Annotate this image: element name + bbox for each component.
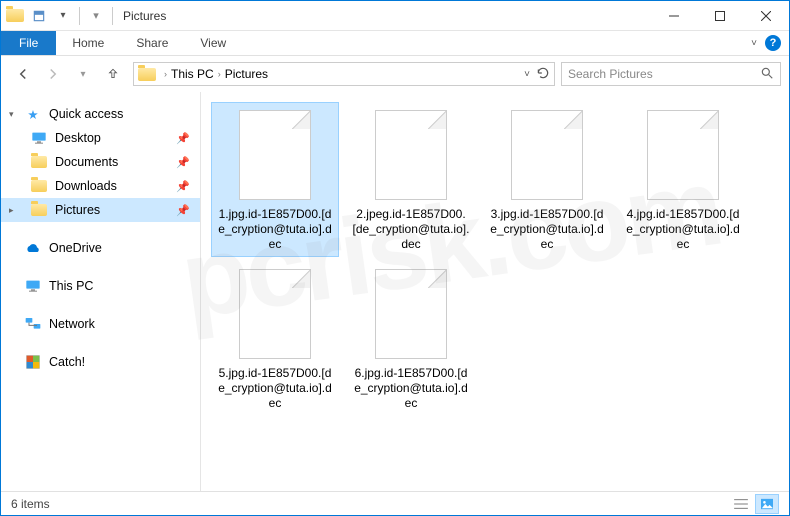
search-input[interactable]: Search Pictures bbox=[561, 62, 781, 86]
file-item[interactable]: 4.jpg.id-1E857D00.[de_cryption@tuta.io].… bbox=[619, 102, 747, 257]
qat-properties-button[interactable] bbox=[27, 4, 51, 28]
sidebar-item-onedrive[interactable]: OneDrive bbox=[1, 236, 200, 260]
file-name: 2.jpeg.id-1E857D00.[de_cryption@tuta.io]… bbox=[352, 207, 470, 252]
app-icon[interactable] bbox=[3, 4, 27, 28]
collapse-icon[interactable]: ▾ bbox=[9, 109, 14, 120]
sidebar-item-label: Catch! bbox=[49, 355, 85, 369]
file-icon bbox=[239, 269, 311, 359]
expand-icon[interactable]: ▸ bbox=[9, 205, 14, 216]
file-thumbnail bbox=[363, 107, 459, 203]
window-title: Pictures bbox=[123, 9, 166, 23]
tab-view[interactable]: View bbox=[184, 31, 242, 55]
pin-icon: 📌 bbox=[176, 204, 190, 217]
sidebar-item-label: Documents bbox=[55, 155, 118, 169]
file-thumbnail bbox=[499, 107, 595, 203]
close-button[interactable] bbox=[743, 1, 789, 31]
file-name: 1.jpg.id-1E857D00.[de_cryption@tuta.io].… bbox=[216, 207, 334, 252]
network-icon bbox=[25, 316, 41, 332]
status-bar: 6 items bbox=[1, 491, 789, 515]
sidebar-item-this-pc[interactable]: This PC bbox=[1, 274, 200, 298]
address-dropdown-button[interactable]: ˅ bbox=[524, 69, 530, 80]
sidebar-item-label: Quick access bbox=[49, 107, 123, 121]
search-icon bbox=[760, 66, 774, 83]
file-item[interactable]: 1.jpg.id-1E857D00.[de_cryption@tuta.io].… bbox=[211, 102, 339, 257]
minimize-button[interactable] bbox=[651, 1, 697, 31]
pin-icon: 📌 bbox=[176, 180, 190, 193]
file-thumbnail bbox=[227, 107, 323, 203]
title-bar: ▾ ▾ Pictures bbox=[1, 1, 789, 31]
file-name: 6.jpg.id-1E857D00.[de_cryption@tuta.io].… bbox=[352, 366, 470, 411]
desktop-icon bbox=[31, 130, 47, 146]
recent-locations-button[interactable]: ▾ bbox=[69, 60, 97, 88]
sidebar-item-label: OneDrive bbox=[49, 241, 102, 255]
breadcrumb[interactable]: Pictures bbox=[225, 67, 268, 81]
sidebar-item-quick-access[interactable]: ▾ ★ Quick access bbox=[1, 102, 200, 126]
maximize-button[interactable] bbox=[697, 1, 743, 31]
qat-overflow[interactable]: ▾ bbox=[84, 4, 108, 28]
file-thumbnail bbox=[227, 266, 323, 362]
tab-home[interactable]: Home bbox=[56, 31, 120, 55]
tab-share[interactable]: Share bbox=[120, 31, 184, 55]
file-name: 3.jpg.id-1E857D00.[de_cryption@tuta.io].… bbox=[488, 207, 606, 252]
ribbon-expand-button[interactable]: ˅ bbox=[751, 38, 757, 49]
file-thumbnail bbox=[363, 266, 459, 362]
folder-icon bbox=[138, 68, 156, 81]
file-icon bbox=[511, 110, 583, 200]
catch-icon bbox=[25, 354, 41, 370]
navigation-pane: ▾ ★ Quick access Desktop 📌 Documents 📌 D… bbox=[1, 92, 201, 491]
thumbnails-view-button[interactable] bbox=[755, 494, 779, 514]
address-bar[interactable]: › This PC › Pictures ˅ bbox=[133, 62, 555, 86]
divider bbox=[79, 7, 80, 25]
file-name: 4.jpg.id-1E857D00.[de_cryption@tuta.io].… bbox=[624, 207, 742, 252]
help-icon[interactable]: ? bbox=[765, 35, 781, 51]
up-button[interactable] bbox=[99, 60, 127, 88]
sidebar-item-catch[interactable]: Catch! bbox=[1, 350, 200, 374]
breadcrumb[interactable]: This PC bbox=[171, 67, 214, 81]
refresh-button[interactable] bbox=[536, 66, 550, 83]
qat-dropdown[interactable]: ▾ bbox=[51, 4, 75, 28]
file-item[interactable]: 3.jpg.id-1E857D00.[de_cryption@tuta.io].… bbox=[483, 102, 611, 257]
onedrive-icon bbox=[25, 240, 41, 256]
content-area: ▾ ★ Quick access Desktop 📌 Documents 📌 D… bbox=[1, 92, 789, 491]
sidebar-item-downloads[interactable]: Downloads 📌 bbox=[1, 174, 200, 198]
file-item[interactable]: 6.jpg.id-1E857D00.[de_cryption@tuta.io].… bbox=[347, 261, 475, 416]
this-pc-icon bbox=[25, 278, 41, 294]
sidebar-item-label: This PC bbox=[49, 279, 93, 293]
details-view-button[interactable] bbox=[729, 494, 753, 514]
sidebar-item-label: Pictures bbox=[55, 203, 100, 217]
item-count: 6 items bbox=[11, 497, 50, 511]
sidebar-item-label: Network bbox=[49, 317, 95, 331]
file-name: 5.jpg.id-1E857D00.[de_cryption@tuta.io].… bbox=[216, 366, 334, 411]
sidebar-item-network[interactable]: Network bbox=[1, 312, 200, 336]
file-thumbnail bbox=[635, 107, 731, 203]
navigation-bar: ▾ › This PC › Pictures ˅ Search Pictures bbox=[1, 56, 789, 92]
sidebar-item-label: Desktop bbox=[55, 131, 101, 145]
folder-icon bbox=[31, 156, 47, 168]
sidebar-item-desktop[interactable]: Desktop 📌 bbox=[1, 126, 200, 150]
sidebar-item-label: Downloads bbox=[55, 179, 117, 193]
file-item[interactable]: 5.jpg.id-1E857D00.[de_cryption@tuta.io].… bbox=[211, 261, 339, 416]
file-icon bbox=[375, 269, 447, 359]
file-icon bbox=[239, 110, 311, 200]
forward-button[interactable] bbox=[39, 60, 67, 88]
file-icon bbox=[375, 110, 447, 200]
file-tab[interactable]: File bbox=[1, 31, 56, 55]
file-icon bbox=[647, 110, 719, 200]
star-icon: ★ bbox=[25, 106, 41, 122]
back-button[interactable] bbox=[9, 60, 37, 88]
sidebar-item-pictures[interactable]: ▸ Pictures 📌 bbox=[1, 198, 200, 222]
file-grid[interactable]: 1.jpg.id-1E857D00.[de_cryption@tuta.io].… bbox=[201, 92, 789, 491]
sidebar-item-documents[interactable]: Documents 📌 bbox=[1, 150, 200, 174]
search-placeholder: Search Pictures bbox=[568, 67, 653, 81]
chevron-right-icon: › bbox=[218, 69, 221, 79]
file-item[interactable]: 2.jpeg.id-1E857D00.[de_cryption@tuta.io]… bbox=[347, 102, 475, 257]
pin-icon: 📌 bbox=[176, 156, 190, 169]
folder-icon bbox=[31, 204, 47, 216]
quick-access-toolbar: ▾ ▾ bbox=[1, 1, 108, 30]
chevron-right-icon: › bbox=[164, 69, 167, 79]
pin-icon: 📌 bbox=[176, 132, 190, 145]
divider bbox=[112, 7, 113, 25]
folder-icon bbox=[31, 180, 47, 192]
ribbon-tabs: File Home Share View ˅ ? bbox=[1, 31, 789, 56]
